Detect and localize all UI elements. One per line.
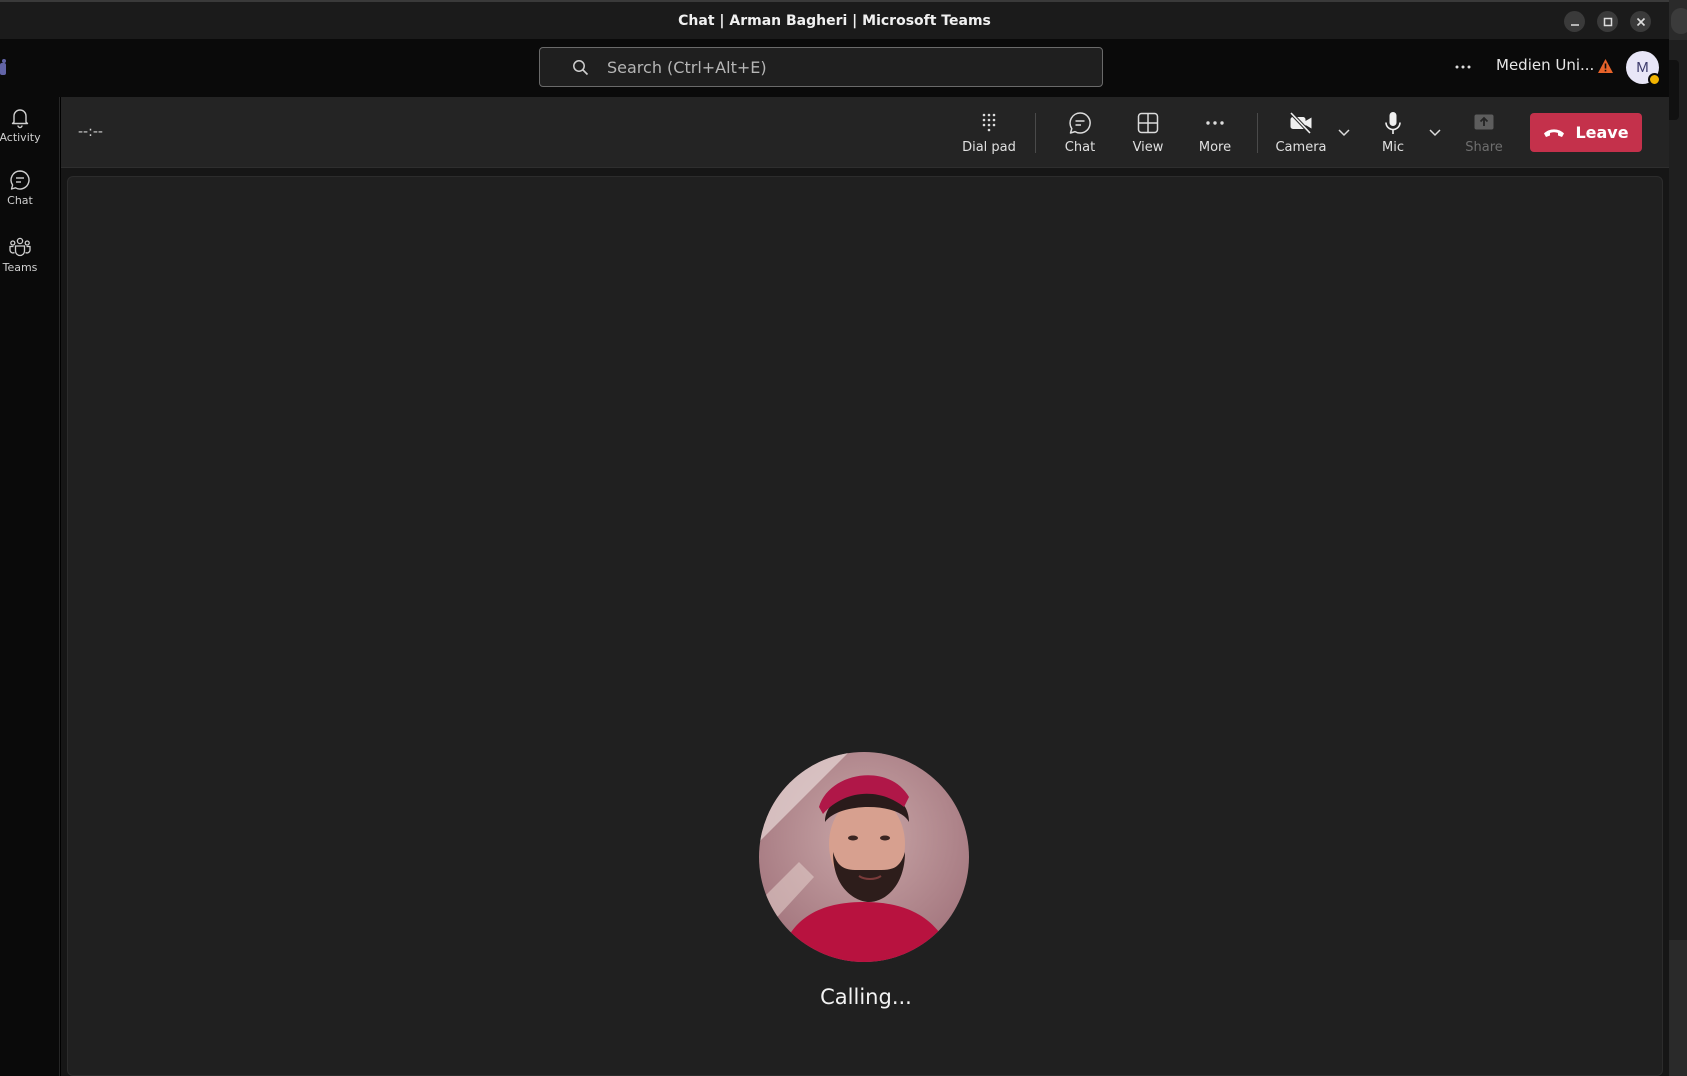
share-button[interactable]: Share [1449, 110, 1519, 155]
chat-bubble-icon [10, 170, 30, 190]
call-toolbar: --:-- Dial pad Chat View More Camera Mic… [61, 97, 1669, 168]
warning-icon[interactable] [1597, 58, 1614, 74]
camera-label: Camera [1275, 140, 1327, 155]
dialpad-label: Dial pad [962, 140, 1016, 155]
search-placeholder: Search (Ctrl+Alt+E) [607, 57, 767, 77]
window-title: Chat | Arman Bagheri | Microsoft Teams [678, 12, 991, 29]
share-label: Share [1465, 140, 1503, 155]
camera-options-chevron-icon[interactable] [1336, 124, 1352, 140]
share-screen-icon [1474, 114, 1494, 130]
close-button[interactable] [1630, 11, 1651, 32]
call-stage: Calling... [67, 176, 1663, 1076]
search-box[interactable]: Search (Ctrl+Alt+E) [539, 47, 1103, 87]
toolbar-divider [1035, 113, 1036, 153]
call-status: Calling... [820, 985, 912, 1009]
avatar-initial: M [1636, 59, 1649, 76]
bell-icon [11, 109, 29, 129]
window-titlebar: Chat | Arman Bagheri | Microsoft Teams [0, 0, 1669, 39]
rail-item-label: Chat [7, 194, 33, 207]
rail-item-label: Activity [0, 131, 41, 144]
more-horizontal-icon [1206, 121, 1224, 125]
rail-item-teams[interactable]: Teams [0, 235, 40, 274]
rail-item-chat[interactable]: Chat [0, 168, 40, 207]
view-label: View [1132, 140, 1164, 155]
mic-button[interactable]: Mic [1358, 110, 1428, 155]
chat-label: Chat [1064, 140, 1096, 155]
rail-item-label: Teams [2, 261, 38, 274]
org-name[interactable]: Medien Uni... [1496, 56, 1594, 74]
callee-photo [759, 752, 969, 962]
microphone-icon [1385, 112, 1401, 134]
chat-bubble-icon [1069, 112, 1091, 134]
adjacent-window-tab [1669, 60, 1679, 120]
dialpad-button[interactable]: Dial pad [954, 110, 1024, 155]
search-icon [573, 59, 589, 75]
dialpad-icon [982, 113, 996, 132]
more-horizontal-icon [1455, 65, 1471, 69]
call-timer: --:-- [78, 124, 103, 140]
mic-options-chevron-icon[interactable] [1427, 124, 1443, 140]
more-button[interactable]: More [1180, 110, 1250, 155]
adjacent-window-knob [1671, 8, 1687, 34]
app-header: Search (Ctrl+Alt+E) Medien Uni... M [0, 39, 1669, 97]
adjacent-window-edge [1669, 0, 1687, 1076]
maximize-icon [1603, 17, 1612, 26]
settings-more-button[interactable] [1452, 57, 1474, 77]
minimize-button[interactable] [1564, 11, 1585, 32]
rail-item-activity[interactable]: Activity [0, 105, 41, 144]
mic-label: Mic [1382, 140, 1404, 155]
camera-off-icon [1289, 111, 1312, 135]
leave-label: Leave [1575, 123, 1629, 142]
callee-avatar [759, 752, 969, 962]
minimize-icon [1570, 23, 1579, 26]
toolbar-divider [1257, 113, 1258, 153]
adjacent-window-body [1669, 40, 1687, 940]
profile-avatar[interactable]: M [1626, 51, 1661, 86]
grid-view-icon [1137, 112, 1159, 134]
presence-away-icon [1648, 73, 1661, 86]
camera-button[interactable]: Camera [1266, 110, 1336, 155]
hang-up-icon [1544, 128, 1565, 137]
call-window: --:-- Dial pad Chat View More Camera Mic… [61, 97, 1669, 1076]
app-rail: Activity Chat Teams [0, 97, 60, 1076]
view-button[interactable]: View [1113, 110, 1183, 155]
chat-button[interactable]: Chat [1045, 110, 1115, 155]
window-controls [1564, 11, 1651, 32]
more-label: More [1198, 140, 1232, 155]
close-icon [1636, 17, 1645, 26]
maximize-button[interactable] [1597, 11, 1618, 32]
leave-button[interactable]: Leave [1530, 113, 1642, 152]
teams-logo-icon[interactable] [0, 59, 8, 79]
teams-icon [9, 237, 31, 257]
